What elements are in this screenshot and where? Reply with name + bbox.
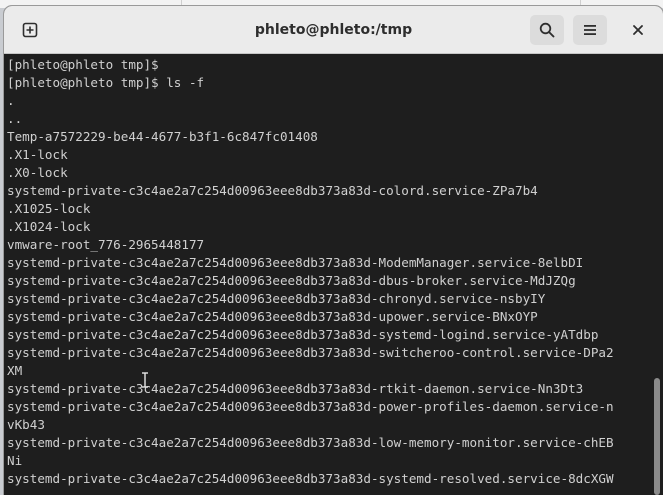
terminal-line: Temp-a7572229-be44-4677-b3f1-6c847fc0140… [7, 129, 318, 144]
main-menu-button[interactable] [573, 15, 607, 45]
terminal-line: .X0-lock [7, 165, 68, 180]
terminal-line: systemd-private-c3c4ae2a7c254d00963eee8d… [7, 399, 614, 414]
mouse-ibeam-cursor-icon [142, 372, 148, 388]
terminal-line: systemd-private-c3c4ae2a7c254d00963eee8d… [7, 183, 538, 198]
terminal-line: systemd-private-c3c4ae2a7c254d00963eee8d… [7, 471, 614, 486]
close-icon [633, 25, 643, 35]
hamburger-menu-icon [584, 25, 596, 35]
search-icon [539, 22, 555, 38]
terminal-line: systemd-private-c3c4ae2a7c254d00963eee8d… [7, 273, 576, 288]
terminal-line: Ni [7, 453, 23, 468]
scrollbar-thumb[interactable] [654, 378, 660, 495]
terminal-window: phleto@phleto:/tmp [phleto@phleto tmp]$ … [4, 6, 663, 495]
terminal-line: XM [7, 363, 23, 378]
terminal-line: systemd-private-c3c4ae2a7c254d00963eee8d… [7, 435, 614, 450]
terminal-line: systemd-private-c3c4ae2a7c254d00963eee8d… [7, 381, 584, 396]
terminal-line: systemd-private-c3c4ae2a7c254d00963eee8d… [7, 345, 614, 360]
terminal-line: .X1-lock [7, 147, 68, 162]
new-tab-button[interactable] [13, 15, 47, 45]
close-button[interactable] [621, 15, 655, 45]
terminal-output[interactable]: [phleto@phleto tmp]$ [phleto@phleto tmp]… [4, 54, 663, 495]
new-tab-icon [22, 22, 38, 38]
terminal-line: systemd-private-c3c4ae2a7c254d00963eee8d… [7, 291, 546, 306]
terminal-line: systemd-private-c3c4ae2a7c254d00963eee8d… [7, 255, 584, 270]
terminal-line: vKb43 [7, 417, 45, 432]
search-button[interactable] [530, 15, 564, 45]
terminal-line: [phleto@phleto tmp]$ [7, 57, 159, 72]
terminal-line: . [7, 93, 15, 108]
headerbar: phleto@phleto:/tmp [4, 6, 663, 54]
terminal-line: systemd-private-c3c4ae2a7c254d00963eee8d… [7, 327, 599, 342]
terminal-line: .X1024-lock [7, 219, 91, 234]
terminal-line: .. [7, 111, 23, 126]
terminal-line: [phleto@phleto tmp]$ ls -f [7, 75, 205, 90]
terminal-line: systemd-private-c3c4ae2a7c254d00963eee8d… [7, 309, 538, 324]
terminal-scrollbar[interactable] [651, 54, 663, 495]
window-title: phleto@phleto:/tmp [254, 22, 413, 38]
terminal-line: vmware-root_776-2965448177 [7, 237, 205, 252]
terminal-line: .X1025-lock [7, 201, 91, 216]
